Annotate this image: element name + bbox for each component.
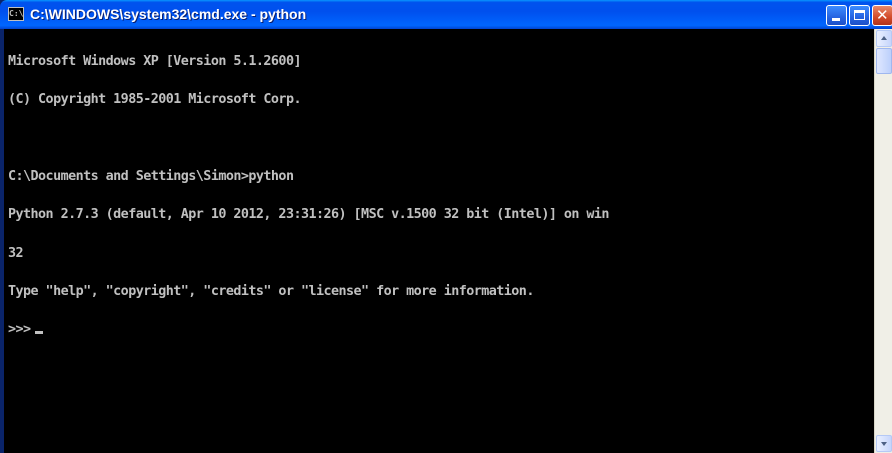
console-line: C:\Documents and Settings\Simon>python (8, 168, 294, 184)
minimize-icon (832, 18, 840, 21)
console-line: (C) Copyright 1985-2001 Microsoft Corp. (8, 91, 302, 107)
console-window: C:\ C:\WINDOWS\system32\cmd.exe - python… (0, 0, 892, 453)
prompt-line[interactable]: >>> (8, 322, 874, 338)
close-button[interactable]: ✕ (872, 5, 892, 26)
scroll-thumb[interactable] (876, 48, 892, 74)
console-line: Python 2.7.3 (default, Apr 10 2012, 23:3… (8, 207, 610, 223)
console-line: 32 (8, 245, 24, 261)
cmd-icon[interactable]: C:\ (8, 7, 24, 21)
title-bar[interactable]: C:\ C:\WINDOWS\system32\cmd.exe - python… (0, 0, 892, 29)
python-prompt: >>> (8, 322, 31, 338)
scroll-down-button[interactable] (876, 435, 892, 452)
window-title: C:\WINDOWS\system32\cmd.exe - python (30, 6, 307, 22)
maximize-icon (854, 10, 865, 20)
vertical-scrollbar[interactable] (874, 29, 892, 453)
close-icon: ✕ (876, 6, 889, 24)
minimize-button[interactable] (826, 5, 847, 26)
scroll-up-button[interactable] (876, 30, 892, 47)
maximize-button[interactable] (849, 5, 870, 26)
console-line: Microsoft Windows XP [Version 5.1.2600] (8, 53, 302, 69)
text-cursor (34, 331, 43, 335)
console-line: Type "help", "copyright", "credits" or "… (8, 283, 534, 299)
console-output[interactable]: Microsoft Windows XP [Version 5.1.2600] … (4, 29, 874, 453)
console-text: Microsoft Windows XP [Version 5.1.2600] … (4, 29, 874, 363)
